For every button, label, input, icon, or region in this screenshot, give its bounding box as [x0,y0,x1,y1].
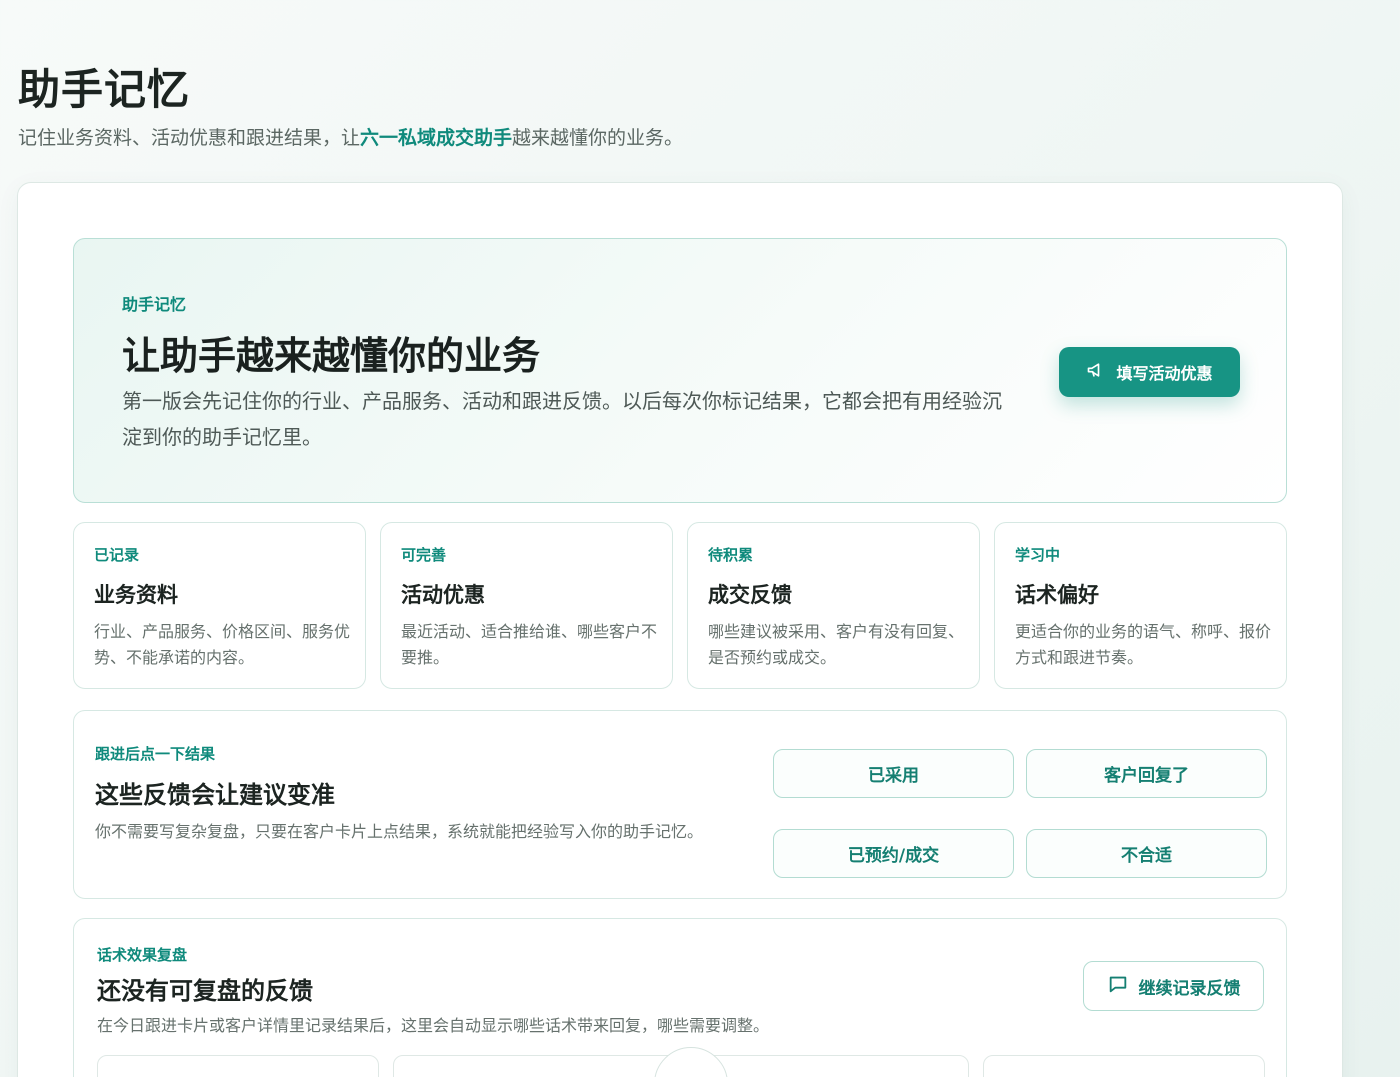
page-title: 助手记忆 [18,65,191,114]
stat-description: 更适合你的业务的语气、称呼、报价方式和跟进节奏。 [1015,622,1272,667]
review-description: 在今日跟进卡片或客户详情里记录结果后，这里会自动显示哪些话术带来回复，哪些需要调… [97,1016,770,1035]
feedback-title: 这些反馈会让建议变准 [95,781,335,809]
stat-card-business: 已记录 业务资料 行业、产品服务、价格区间、服务优势、不能承诺的内容。 [73,522,366,689]
chat-bubble-icon [1107,973,1129,1000]
fill-promotion-label: 填写活动优惠 [1116,364,1213,383]
stat-title: 活动优惠 [401,583,485,607]
hero-eyebrow: 助手记忆 [122,295,187,314]
stat-card-promotion: 可完善 活动优惠 最近活动、适合推给谁、哪些客户不要推。 [380,522,673,689]
stat-description: 哪些建议被采用、客户有没有回复、是否预约或成交。 [708,622,965,667]
review-eyebrow: 话术效果复盘 [97,946,188,964]
stat-title: 话术偏好 [1015,583,1099,607]
subtitle-prefix: 记住业务资料、活动优惠和跟进结果，让 [18,127,361,149]
stat-badge: 可完善 [401,546,447,564]
stat-title: 业务资料 [94,583,178,607]
not-suitable-button[interactable]: 不合适 [1026,829,1267,878]
hero-title: 让助手越来越懂你的业务 [122,334,541,378]
subtitle-suffix: 越来越懂你的业务。 [512,127,684,149]
review-panel: 话术效果复盘 还没有可复盘的反馈 在今日跟进卡片或客户详情里记录结果后，这里会自… [73,918,1287,1077]
feedback-eyebrow: 跟进后点一下结果 [95,745,216,763]
review-card [97,1055,379,1077]
hero-panel: 助手记忆 让助手越来越懂你的业务 第一版会先记住你的行业、产品服务、活动和跟进反… [73,238,1287,503]
stat-badge: 待积累 [708,546,754,564]
continue-feedback-label: 继续记录反馈 [1138,978,1241,999]
stat-description: 行业、产品服务、价格区间、服务优势、不能承诺的内容。 [94,622,351,667]
megaphone-icon [1086,360,1106,384]
adopted-button[interactable]: 已采用 [773,749,1014,798]
stat-badge: 学习中 [1015,546,1061,564]
scroll-button[interactable] [654,1047,728,1077]
continue-feedback-button[interactable]: 继续记录反馈 [1083,961,1264,1011]
page-subtitle: 记住业务资料、活动优惠和跟进结果，让六一私域成交助手越来越懂你的业务。 [18,123,683,150]
feedback-panel: 跟进后点一下结果 这些反馈会让建议变准 你不需要写复杂复盘，只要在客户卡片上点结… [73,710,1287,899]
stat-description: 最近活动、适合推给谁、哪些客户不要推。 [401,622,658,667]
review-card [983,1055,1265,1077]
stat-card-deal-feedback: 待积累 成交反馈 哪些建议被采用、客户有没有回复、是否预约或成交。 [687,522,980,689]
fill-promotion-button[interactable]: 填写活动优惠 [1059,347,1240,397]
customer-replied-button[interactable]: 客户回复了 [1026,749,1267,798]
subtitle-brand: 六一私域成交助手 [360,127,513,149]
feedback-description: 你不需要写复杂复盘，只要在客户卡片上点结果，系统就能把经验写入你的助手记忆。 [95,822,704,841]
stat-title: 成交反馈 [708,583,792,607]
review-title: 还没有可复盘的反馈 [97,977,313,1005]
stat-card-script-preference: 学习中 话术偏好 更适合你的业务的语气、称呼、报价方式和跟进节奏。 [994,522,1287,689]
hero-description: 第一版会先记住你的行业、产品服务、活动和跟进反馈。以后每次你标记结果，它都会把有… [122,389,1002,449]
stat-badge: 已记录 [94,546,140,564]
booked-deal-button[interactable]: 已预约/成交 [773,829,1014,878]
